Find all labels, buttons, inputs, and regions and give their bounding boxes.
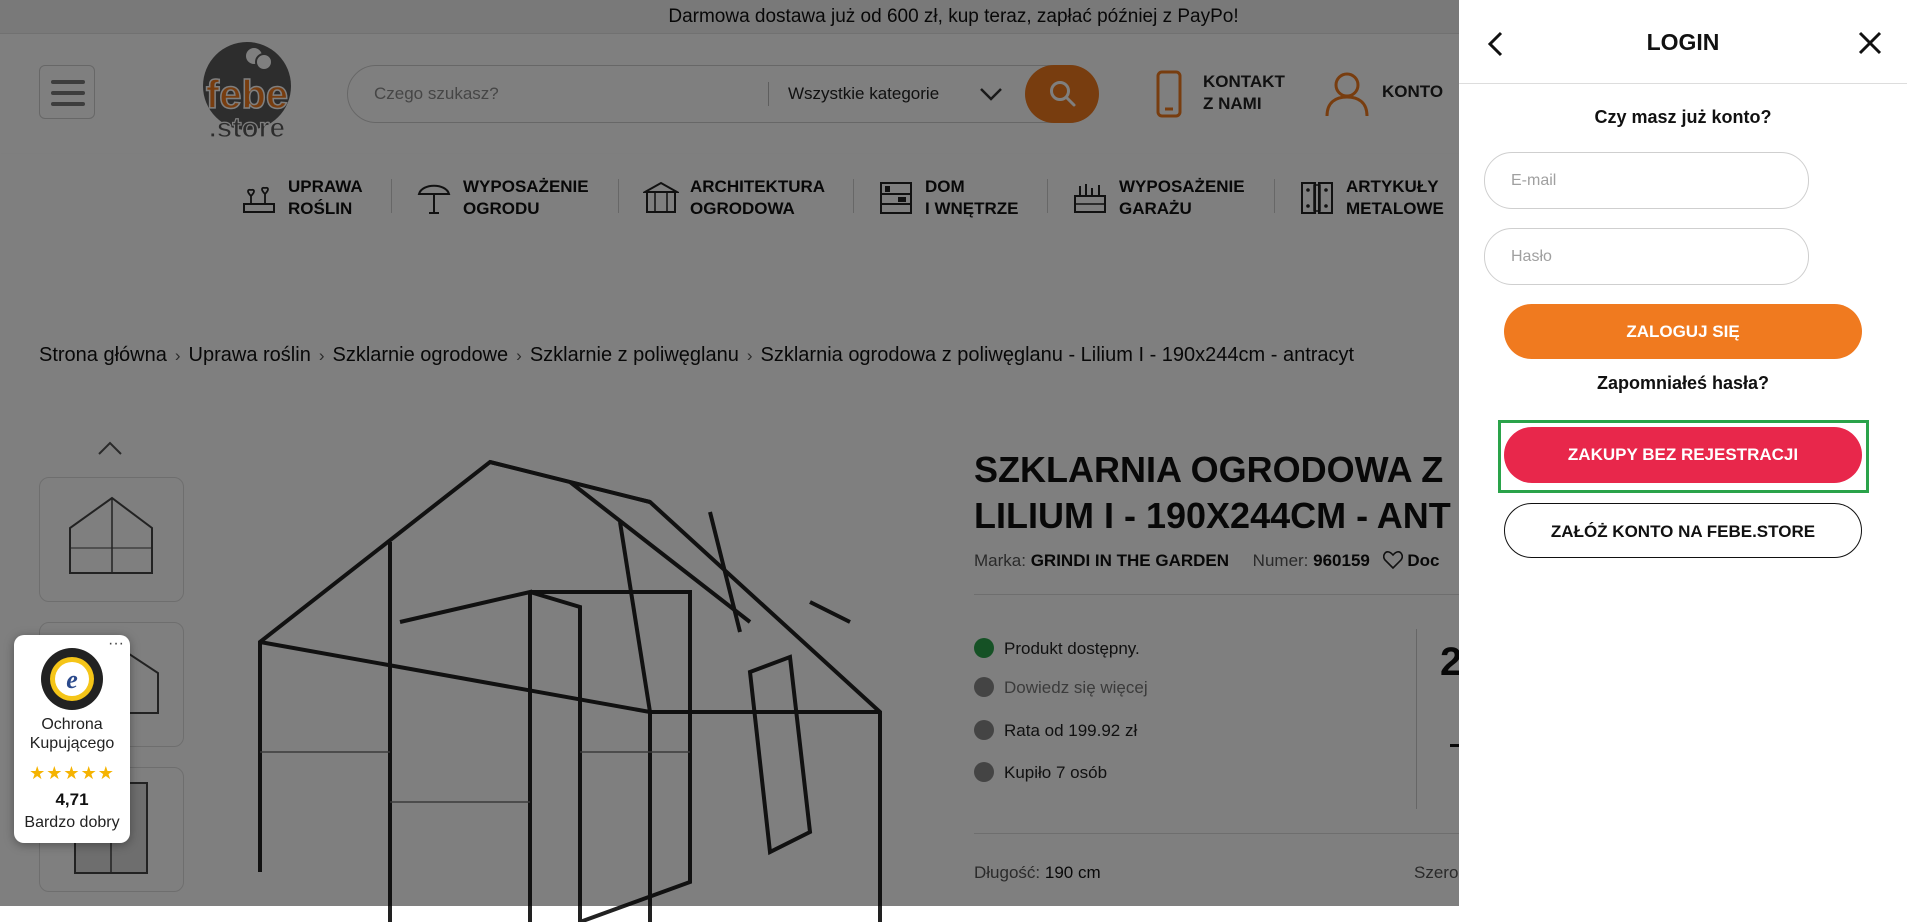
trust-label: Ochrona Kupującego xyxy=(29,716,115,752)
login-button[interactable]: ZALOGUJ SIĘ xyxy=(1504,304,1862,359)
star-rating-icon: ★★★★★ xyxy=(29,763,115,783)
password-field[interactable] xyxy=(1484,228,1809,285)
divider xyxy=(1459,83,1907,84)
forgot-password-link[interactable]: Zapomniałeś hasła? xyxy=(1459,373,1907,394)
login-panel: LOGIN Czy masz już konto? ZALOGUJ SIĘ Za… xyxy=(1459,0,1907,906)
svg-text:e: e xyxy=(66,665,78,694)
login-question: Czy masz już konto? xyxy=(1594,107,1772,127)
trust-rating-text: Bardzo dobry xyxy=(24,814,120,831)
login-title: LOGIN xyxy=(1646,29,1720,55)
trusted-shops-badge[interactable]: ··· e Ochrona Kupującego ★★★★★ 4,71 Bard… xyxy=(14,635,130,843)
guest-checkout-button[interactable]: ZAKUPY BEZ REJESTRACJI xyxy=(1504,427,1862,483)
email-field[interactable] xyxy=(1484,152,1809,209)
trusted-shops-seal-icon: e xyxy=(41,648,103,710)
modal-backdrop[interactable] xyxy=(0,0,1459,906)
trust-score: 4,71 xyxy=(55,790,89,809)
close-icon[interactable] xyxy=(1857,30,1883,56)
more-icon[interactable]: ··· xyxy=(108,635,124,653)
register-button[interactable]: ZAŁÓŻ KONTO NA FEBE.STORE xyxy=(1504,503,1862,558)
